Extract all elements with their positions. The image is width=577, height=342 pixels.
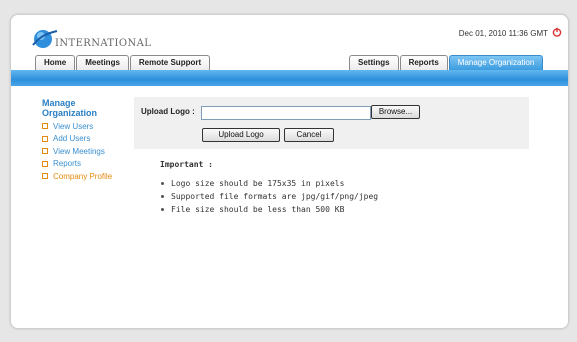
tab-meetings[interactable]: Meetings (76, 55, 129, 70)
sidebar-item-add-users[interactable]: Add Users (42, 133, 132, 146)
square-bullet-icon (42, 148, 48, 155)
sidebar-item-label: View Meetings (53, 146, 105, 156)
main-tabs: Home Meetings Remote Support (35, 55, 211, 70)
important-notes: Important : Logo size should be 175x35 i… (160, 160, 378, 216)
note-text: Logo size should be 175x35 in pixels (171, 179, 345, 188)
sidebar-item-reports[interactable]: Reports (42, 158, 132, 171)
sidebar-item-company-profile[interactable]: Company Profile (42, 170, 132, 183)
square-bullet-icon (42, 160, 48, 167)
bullet-dot-icon (161, 195, 164, 198)
sidebar-item-view-users[interactable]: View Users (42, 120, 132, 133)
upload-panel: Upload Logo : Browse... Upload Logo Canc… (134, 97, 529, 149)
bullet-dot-icon (161, 208, 164, 211)
upload-logo-button[interactable]: Upload Logo (202, 128, 280, 142)
sidebar-item-label: Reports (53, 159, 82, 169)
square-bullet-icon (42, 173, 48, 180)
bullet-dot-icon (161, 182, 164, 185)
logo: INTERNATIONAL (31, 25, 171, 57)
datetime: Dec 01, 2010 11:36 GMT (458, 29, 548, 38)
note-item: Logo size should be 175x35 in pixels (160, 177, 378, 190)
square-bullet-icon (42, 135, 48, 142)
tab-manage-organization[interactable]: Manage Organization (448, 55, 544, 70)
tab-settings[interactable]: Settings (349, 55, 399, 70)
square-bullet-icon (42, 123, 48, 130)
sidebar-item-label: View Users (53, 121, 94, 131)
app-frame: INTERNATIONAL Dec 01, 2010 11:36 GMT Hom… (10, 14, 569, 329)
note-text: Supported file formats are jpg/gif/png/j… (171, 192, 379, 201)
sidebar-item-label: Company Profile (53, 171, 113, 181)
sidebar-title-line1: Manage (42, 98, 76, 108)
note-item: File size should be less than 500 KB (160, 203, 378, 216)
note-text: File size should be less than 500 KB (171, 205, 345, 214)
tab-home[interactable]: Home (35, 55, 76, 70)
note-item: Supported file formats are jpg/gif/png/j… (160, 190, 378, 203)
cancel-button[interactable]: Cancel (284, 128, 334, 142)
admin-tabs: Settings Reports Manage Organization (349, 55, 544, 70)
upload-logo-label: Upload Logo : (141, 107, 195, 116)
sidebar-item-label: Add Users (53, 134, 91, 144)
tab-reports[interactable]: Reports (399, 55, 448, 70)
tab-remote-support[interactable]: Remote Support (129, 55, 211, 70)
header-band (11, 70, 568, 86)
browse-button[interactable]: Browse... (371, 105, 420, 119)
important-title: Important : (160, 160, 213, 169)
logo-text: INTERNATIONAL (55, 38, 152, 49)
power-icon[interactable] (552, 27, 562, 37)
sidebar-title: Manage Organization (42, 98, 132, 118)
sidebar-title-line2: Organization (42, 108, 98, 118)
sidebar-item-view-meetings[interactable]: View Meetings (42, 145, 132, 158)
sidebar: Manage Organization View Users Add Users… (42, 98, 132, 183)
logo-file-input[interactable] (201, 106, 371, 120)
